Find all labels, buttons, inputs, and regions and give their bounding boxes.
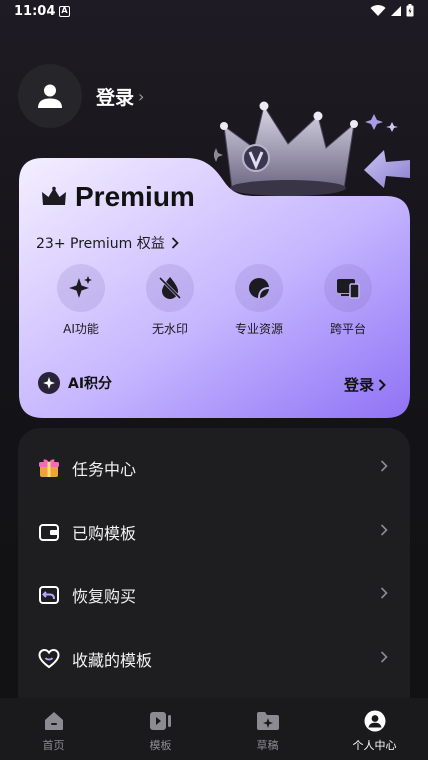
nav-home[interactable]: 首页 (0, 698, 107, 760)
premium-card[interactable]: Premium 23+ Premium 权益 AI功能 无水印 专业资源 跨平台… (19, 158, 410, 418)
menu-item-label: 任务中心 (72, 460, 137, 479)
nav-profile-label: 个人中心 (352, 739, 397, 752)
premium-features: AI功能 无水印 专业资源 跨平台 (37, 264, 392, 337)
chevron-right-icon (171, 237, 179, 249)
sparkle-icon (69, 276, 92, 298)
feature-cross-platform[interactable]: 跨平台 (304, 264, 392, 337)
gift-icon (38, 457, 60, 479)
nav-templates[interactable]: 模板 (107, 698, 214, 760)
ai-points-icon (38, 372, 60, 394)
header-login-link[interactable]: 登录 › (96, 83, 144, 110)
header-login-label: 登录 (96, 87, 135, 109)
premium-benefits-link[interactable]: 23+ Premium 权益 (36, 233, 179, 253)
chevron-right-icon (378, 378, 386, 391)
premium-login-button[interactable]: 登录 (344, 374, 386, 395)
heart-icon (38, 648, 60, 670)
notification-icon: A (59, 6, 70, 17)
premium-benefits-label: 23+ Premium 权益 (36, 236, 165, 252)
devices-icon (337, 279, 360, 299)
menu-item-task-center[interactable]: 任务中心 (18, 438, 410, 498)
chevron-right-icon (380, 460, 388, 472)
bottom-nav: 首页 模板 草稿 个人中心 (0, 698, 428, 760)
nav-home-label: 首页 (42, 739, 65, 752)
battery-icon (406, 4, 414, 17)
menu-item-label: 已购模板 (72, 524, 137, 543)
premium-title: Premium (41, 181, 195, 213)
status-bar: 11:04 A (0, 0, 428, 24)
nav-templates-label: 模板 (149, 739, 172, 752)
restore-icon (38, 584, 60, 606)
pro-resources-icon (249, 278, 270, 299)
drafts-icon (256, 712, 279, 730)
feature-pro-resources-label: 专业资源 (234, 322, 283, 336)
ai-points[interactable]: AI积分 (38, 372, 112, 394)
menu-item-restore-purchase[interactable]: 恢复购买 (18, 565, 410, 625)
feature-ai[interactable]: AI功能 (37, 264, 125, 337)
feature-pro-resources[interactable]: 专业资源 (215, 264, 303, 337)
template-icon (149, 712, 171, 730)
status-time: 11:04 (14, 4, 56, 19)
avatar[interactable] (18, 64, 82, 128)
home-icon (44, 712, 63, 730)
feature-no-watermark[interactable]: 无水印 (126, 264, 214, 337)
menu-item-favorite-templates[interactable]: 收藏的模板 (18, 629, 410, 689)
chevron-right-icon (380, 524, 388, 536)
menu-item-purchased-templates[interactable]: 已购模板 (18, 502, 410, 562)
chevron-right-icon (380, 651, 388, 663)
no-watermark-icon (158, 276, 182, 300)
feature-no-watermark-label: 无水印 (151, 322, 188, 336)
cellular-icon (391, 5, 401, 16)
chevron-right-icon: › (138, 87, 145, 106)
ai-points-label: AI积分 (68, 376, 113, 392)
menu-list: 任务中心 已购模板 恢复购买 收藏的模板 (18, 428, 410, 718)
crown-icon (42, 186, 66, 205)
menu-item-label: 收藏的模板 (72, 651, 153, 670)
wallet-icon (38, 521, 60, 543)
wifi-icon (370, 4, 386, 16)
chevron-right-icon (380, 587, 388, 599)
user-icon (38, 84, 62, 108)
premium-title-text: Premium (75, 181, 195, 212)
feature-ai-label: AI功能 (63, 322, 99, 336)
nav-drafts[interactable]: 草稿 (214, 698, 321, 760)
premium-login-label: 登录 (343, 376, 374, 394)
feature-cross-platform-label: 跨平台 (329, 322, 366, 336)
profile-icon (364, 710, 385, 732)
menu-item-label: 恢复购买 (72, 587, 137, 606)
nav-drafts-label: 草稿 (256, 739, 279, 752)
nav-profile[interactable]: 个人中心 (321, 698, 428, 760)
